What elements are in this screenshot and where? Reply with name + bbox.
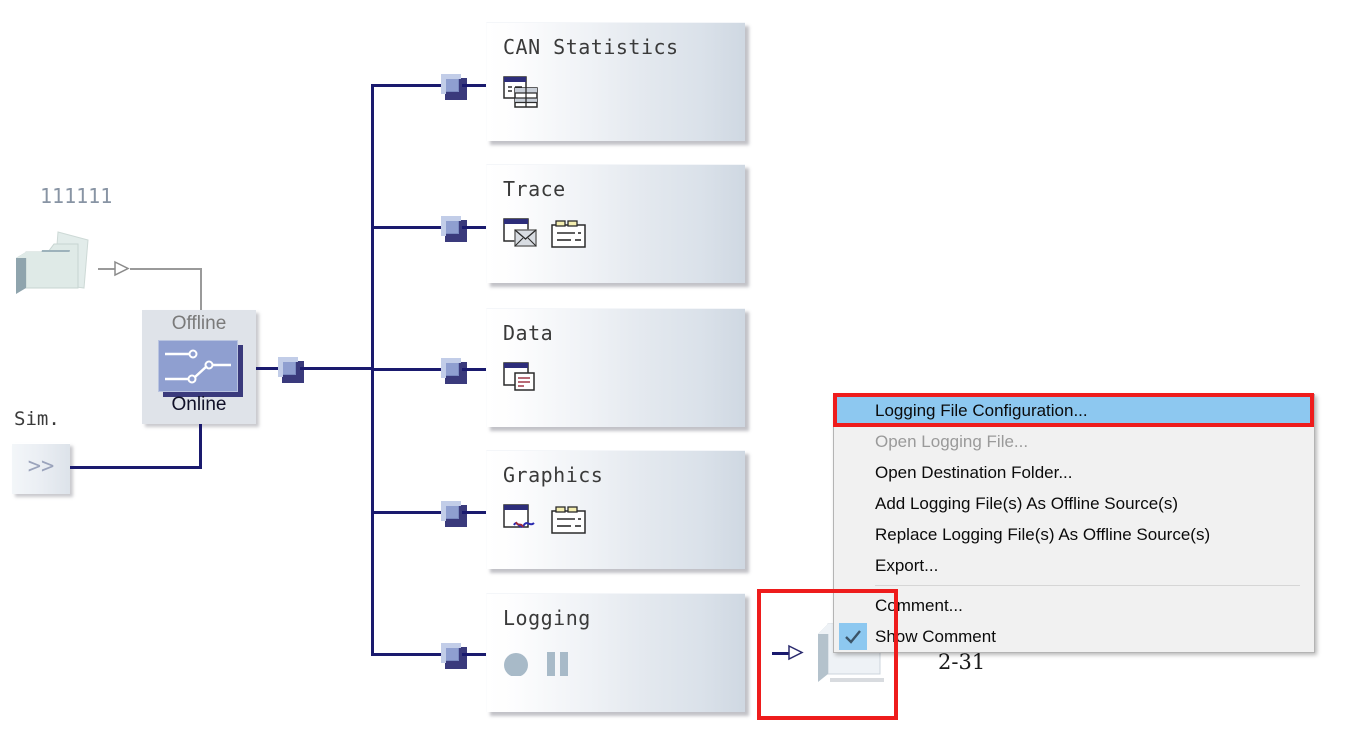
menu-item-label: Replace Logging File(s) As Offline Sourc… — [875, 524, 1211, 544]
table-report-icon — [503, 75, 539, 114]
menu-item-open-logging-file[interactable]: Open Logging File... — [834, 426, 1314, 457]
menu-item-label: Open Logging File... — [875, 431, 1029, 451]
connector-data[interactable] — [441, 358, 467, 384]
connector-trace[interactable] — [441, 216, 467, 242]
pause-icon — [545, 646, 573, 681]
connector-node-main[interactable] — [278, 357, 304, 383]
diagram-canvas: 111111 Offline Online Sim. >> CAN Statis… — [0, 0, 1369, 736]
connector-logging[interactable] — [441, 643, 467, 669]
node-can-statistics[interactable]: CAN Statistics — [486, 22, 745, 141]
window-envelope-icon — [503, 217, 537, 254]
source-label: 111111 — [40, 184, 113, 208]
record-circle-icon — [503, 646, 531, 681]
node-graphics[interactable]: Graphics — [486, 450, 745, 569]
menu-item-comment[interactable]: Comment... — [834, 590, 1314, 621]
figure-caption: 2-31 — [938, 650, 986, 674]
node-title: Graphics — [503, 463, 604, 487]
menu-item-show-comment[interactable]: Show Comment — [834, 621, 1314, 652]
menu-item-label: Add Logging File(s) As Offline Source(s) — [875, 493, 1178, 513]
node-title: CAN Statistics — [503, 35, 679, 59]
switch-online-label: Online — [171, 394, 227, 415]
node-title: Data — [503, 321, 554, 345]
switch-offline-label: Offline — [171, 313, 227, 334]
branch-stub-logging — [462, 653, 488, 656]
menu-item-replace-logging-files-as-offline-sources[interactable]: Replace Logging File(s) As Offline Sourc… — [834, 519, 1314, 550]
branch-stub-data — [462, 368, 488, 371]
node-title: Trace — [503, 177, 566, 201]
node-title: Logging — [503, 606, 591, 630]
context-menu[interactable]: Logging File Configuration... Open Loggi… — [833, 394, 1315, 653]
menu-item-add-logging-files-as-offline-sources[interactable]: Add Logging File(s) As Offline Source(s) — [834, 488, 1314, 519]
connector-graphics[interactable] — [441, 501, 467, 527]
offline-source-folder-icon[interactable] — [12, 228, 102, 300]
node-trace[interactable]: Trace — [486, 164, 745, 283]
sim-line-horizontal — [70, 466, 202, 469]
menu-item-export[interactable]: Export... — [834, 550, 1314, 581]
menu-item-label: Open Destination Folder... — [875, 462, 1073, 482]
sim-button[interactable]: >> — [12, 443, 70, 494]
node-data[interactable]: Data — [486, 308, 745, 427]
branch-stub-graphics — [462, 511, 488, 514]
menu-separator — [875, 585, 1300, 586]
branch-stub-trace — [462, 226, 488, 229]
menu-item-open-destination-folder[interactable]: Open Destination Folder... — [834, 457, 1314, 488]
sim-button-text: >> — [27, 454, 55, 479]
menu-item-label: Logging File Configuration... — [875, 400, 1088, 420]
menu-item-label: Show Comment — [875, 626, 996, 646]
folder-list-icon — [551, 505, 587, 540]
source-line-vertical — [200, 268, 202, 312]
source-line-horizontal — [130, 268, 202, 270]
menu-item-label: Comment... — [875, 595, 963, 615]
checkmark-icon — [839, 623, 867, 650]
offline-online-switch[interactable]: Offline Online — [142, 310, 256, 424]
node-logging[interactable]: Logging — [486, 593, 745, 712]
logging-output-arrow-icon — [788, 644, 804, 661]
branch-stub-can-statistics — [462, 84, 488, 87]
sim-line-vertical — [199, 424, 202, 468]
folder-list-icon — [551, 219, 587, 254]
window-curve-icon — [503, 503, 537, 540]
connector-can-statistics[interactable] — [441, 74, 467, 100]
menu-item-logging-file-configuration[interactable]: Logging File Configuration... — [834, 395, 1314, 426]
menu-item-label: Export... — [875, 555, 939, 575]
trunk-feed-line — [300, 367, 374, 370]
switch-graphic — [158, 340, 238, 392]
window-data-icon — [503, 361, 537, 398]
sim-label: Sim. — [14, 408, 60, 430]
